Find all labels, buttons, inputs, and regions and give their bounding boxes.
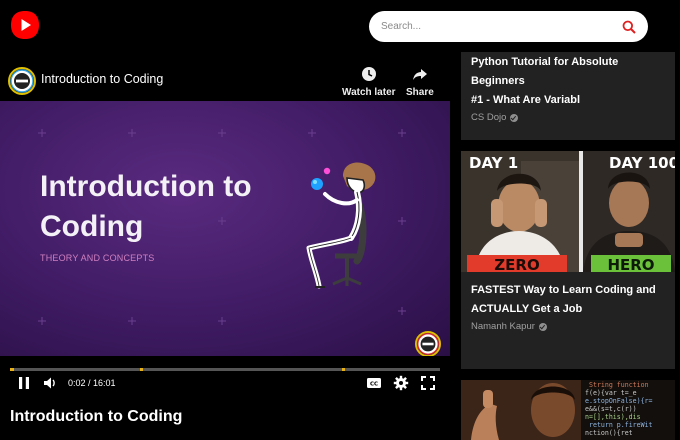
recommended-channel[interactable]: Namanh Kapur — [461, 321, 675, 332]
recommended-video-card[interactable]: String function f(e){var t=_e e.stopOnFa… — [461, 380, 675, 440]
svg-text:return p.fireWit: return p.fireWit — [589, 421, 653, 429]
share-arrow-icon — [412, 69, 427, 80]
channel-watermark-icon[interactable] — [415, 331, 441, 356]
share-button[interactable]: Share — [406, 66, 434, 98]
svg-text:nction(){ret: nction(){ret — [585, 429, 633, 437]
video-player[interactable]: Introduction to Coding Watch later Share… — [0, 61, 450, 396]
settings-gear-icon[interactable] — [393, 375, 409, 391]
closed-captions-icon[interactable]: CC — [366, 375, 382, 391]
svg-text:CC: CC — [370, 382, 378, 388]
share-label: Share — [406, 87, 434, 98]
channel-name: CS Dojo — [471, 112, 507, 123]
video-thumbnail[interactable]: DAY 1 ZERO DAY 100 HERO — [461, 151, 675, 272]
search-icon[interactable] — [622, 20, 636, 34]
svg-text:DAY 1: DAY 1 — [469, 154, 518, 172]
chapter-marker — [342, 368, 345, 371]
person-on-chair-illustration — [306, 162, 376, 289]
video-thumbnail[interactable]: String function f(e){var t=_e e.stopOnFa… — [461, 380, 675, 440]
search-bar[interactable]: Search... — [369, 11, 648, 42]
watch-later-label: Watch later — [342, 87, 396, 98]
verified-badge-icon — [510, 113, 519, 122]
svg-text:e&&(s=t,c(r)): e&&(s=t,c(r)) — [585, 405, 637, 413]
channel-name: Namanh Kapur — [471, 321, 535, 332]
clock-icon — [361, 67, 376, 81]
fullscreen-icon[interactable] — [420, 375, 436, 391]
progress-bar[interactable] — [10, 368, 440, 371]
pause-icon[interactable] — [16, 375, 32, 391]
video-title-heading: Introduction to Coding — [10, 408, 183, 425]
progress-bar-fill — [10, 368, 14, 371]
slide-subtitle: THEORY AND CONCEPTS — [40, 253, 155, 263]
channel-logo-icon[interactable] — [8, 67, 36, 95]
player-video-title[interactable]: Introduction to Coding — [41, 72, 163, 86]
recommended-title-line1: FASTEST Way to Learn Coding and — [471, 284, 656, 296]
player-controls: 0:02 / 16:01 CC — [0, 373, 450, 393]
recommended-title-line2: ACTUALLY Get a Job — [471, 303, 583, 315]
watch-later-button[interactable]: Watch later — [342, 66, 396, 98]
chapter-marker — [140, 368, 143, 371]
svg-text:e.stopOnFalse){r=: e.stopOnFalse){r= — [585, 397, 653, 405]
volume-icon[interactable] — [42, 375, 58, 391]
slide-title-line2: Coding — [40, 210, 144, 243]
svg-text:ZERO: ZERO — [494, 256, 539, 272]
svg-text:HERO: HERO — [607, 256, 654, 272]
verified-badge-icon — [538, 322, 547, 331]
recommended-video-card[interactable]: Python Tutorial for Absolute Beginners #… — [461, 52, 675, 140]
video-frame[interactable]: Introduction to Coding THEORY AND CONCEP… — [0, 101, 450, 356]
slide-title: Introduction to Coding — [40, 167, 300, 247]
search-input[interactable]: Search... — [381, 21, 622, 32]
recommended-title[interactable]: FASTEST Way to Learn Coding and ACTUALLY… — [461, 281, 675, 319]
recommended-title-line2: #1 - What Are Variabl — [471, 94, 581, 106]
svg-text:f(e){var t=_e: f(e){var t=_e — [585, 389, 637, 397]
recommended-channel[interactable]: CS Dojo — [461, 112, 675, 123]
app-logo-icon[interactable] — [10, 10, 40, 40]
recommended-title[interactable]: Python Tutorial for Absolute Beginners #… — [461, 52, 675, 110]
svg-text:n=[],this),dis: n=[],this),dis — [585, 413, 641, 421]
slide-title-line1: Introduction to — [40, 170, 252, 203]
time-display: 0:02 / 16:01 — [68, 378, 116, 388]
recommended-video-card[interactable]: DAY 1 ZERO DAY 100 HERO FASTEST Way to L… — [461, 151, 675, 369]
recommended-title-line1: Python Tutorial for Absolute Beginners — [471, 56, 619, 87]
svg-text:DAY 100: DAY 100 — [609, 154, 675, 172]
svg-text:String function: String function — [589, 381, 649, 389]
